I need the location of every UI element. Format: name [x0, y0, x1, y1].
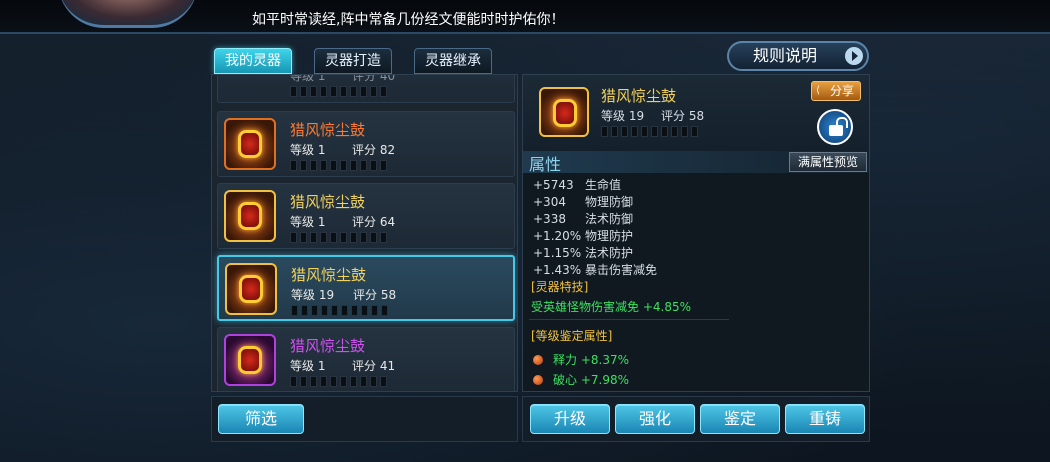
detail-name: 猎风惊尘鼓 [601, 87, 677, 105]
list-item[interactable]: 猎风惊尘鼓 等级 1 评分 64 [217, 183, 515, 249]
item-score: 评分 64 [352, 215, 396, 229]
star-pips [290, 86, 387, 97]
top-bar: 如平时常读经,阵中常备几份经文便能时时护佑你！ [0, 0, 1050, 34]
tab-spirit-artifact-forge[interactable]: 灵器打造 [314, 48, 392, 74]
recast-button[interactable]: 重铸 [785, 404, 865, 434]
lock-button[interactable] [817, 109, 853, 145]
unlock-icon [829, 125, 843, 136]
strengthen-button[interactable]: 强化 [615, 404, 695, 434]
item-level: 等级 19 [291, 288, 335, 302]
full-attribute-preview-button[interactable]: 满属性预览 [789, 152, 867, 172]
bottom-right-bar: 升级 强化 鉴定 重铸 [522, 396, 870, 442]
item-score: 评分 40 [352, 74, 396, 83]
orb-icon [533, 355, 543, 365]
star-pips [290, 376, 387, 387]
bottom-left-bar: 筛选 [211, 396, 518, 442]
attribute-row: +1.15% 法术防护 [533, 246, 634, 260]
filter-button[interactable]: 筛选 [218, 404, 304, 434]
star-pips [290, 232, 387, 243]
avatar[interactable] [58, 0, 198, 28]
item-level: 等级 1 [290, 143, 326, 157]
share-button[interactable]: ⟨ 分享 [811, 81, 861, 101]
detail-level: 等级 19 [601, 109, 645, 123]
attribute-row: +304 物理防御 [533, 195, 634, 209]
level-attribute-title: [等级鉴定属性] [531, 329, 613, 343]
attribute-row: +338 法术防御 [533, 212, 634, 226]
drum-icon [224, 334, 276, 386]
rules-button[interactable]: 规则说明 [727, 41, 869, 71]
item-name: 猎风惊尘鼓 [290, 121, 366, 139]
star-pips [601, 126, 698, 137]
tip-text: 如平时常读经,阵中常备几份经文便能时时护佑你！ [252, 12, 565, 28]
item-name: 猎风惊尘鼓 [290, 337, 366, 355]
drum-icon [539, 87, 589, 137]
star-pips [291, 305, 388, 316]
divider [529, 319, 729, 320]
orb-icon [533, 375, 543, 385]
artifact-list[interactable]: 等级 1 评分 40 猎风惊尘鼓 等级 1 评分 82 猎风惊尘鼓 等级 1 评… [211, 74, 518, 392]
attribute-list: +5743 生命值 +304 物理防御 +338 法术防御 +1.20% 物理防护 +1… [533, 177, 657, 279]
attribute-row: +1.43% 暴击伤害减免 [533, 263, 658, 277]
item-score: 评分 41 [352, 359, 396, 373]
item-level: 等级 1 [290, 359, 326, 373]
item-level: 等级 1 [290, 215, 326, 229]
star-pips [290, 160, 387, 171]
list-item[interactable]: 猎风惊尘鼓 等级 1 评分 41 [217, 327, 515, 391]
tab-spirit-artifact-inherit[interactable]: 灵器继承 [414, 48, 492, 74]
item-score: 评分 82 [352, 143, 396, 157]
tab-my-spirit-artifact[interactable]: 我的灵器 [214, 48, 292, 74]
rules-button-label: 规则说明 [753, 46, 818, 65]
drum-icon [224, 118, 276, 170]
detail-header: 猎风惊尘鼓 等级 19 评分 58 ⟨ 分享 [523, 75, 869, 151]
item-name: 猎风惊尘鼓 [290, 193, 366, 211]
drum-icon [225, 263, 277, 315]
special-skill-text: 受英雄怪物伤害减免 +4.85% [531, 300, 691, 314]
attribute-header: 属性 满属性预览 [523, 151, 869, 174]
attribute-row: +5743 生命值 [533, 178, 622, 192]
share-icon: ⟨ [816, 85, 820, 96]
drum-icon [224, 190, 276, 242]
list-item[interactable]: 猎风惊尘鼓 等级 1 评分 82 [217, 111, 515, 177]
list-item-partial[interactable]: 等级 1 评分 40 [217, 74, 515, 103]
attribute-row: +1.20% 物理防护 [533, 229, 634, 243]
item-name: 猎风惊尘鼓 [291, 266, 367, 284]
item-level: 等级 1 [290, 74, 326, 83]
share-label: 分享 [830, 84, 855, 98]
detail-panel: 猎风惊尘鼓 等级 19 评分 58 ⟨ 分享 属性 满属性预览 +5743 生命值… [522, 74, 870, 392]
list-item-selected[interactable]: 猎风惊尘鼓 等级 19 评分 58 [217, 255, 515, 321]
detail-score: 评分 58 [661, 109, 705, 123]
item-score: 评分 58 [353, 288, 397, 302]
level-attribute-row: 破心 +7.98% [533, 371, 629, 388]
level-attribute-row: 释力 +8.37% [533, 351, 629, 368]
attribute-title: 属性 [529, 155, 562, 174]
special-skill-title: [灵器特技] [531, 280, 589, 294]
upgrade-button[interactable]: 升级 [530, 404, 610, 434]
arrow-right-icon [845, 47, 863, 65]
identify-button[interactable]: 鉴定 [700, 404, 780, 434]
